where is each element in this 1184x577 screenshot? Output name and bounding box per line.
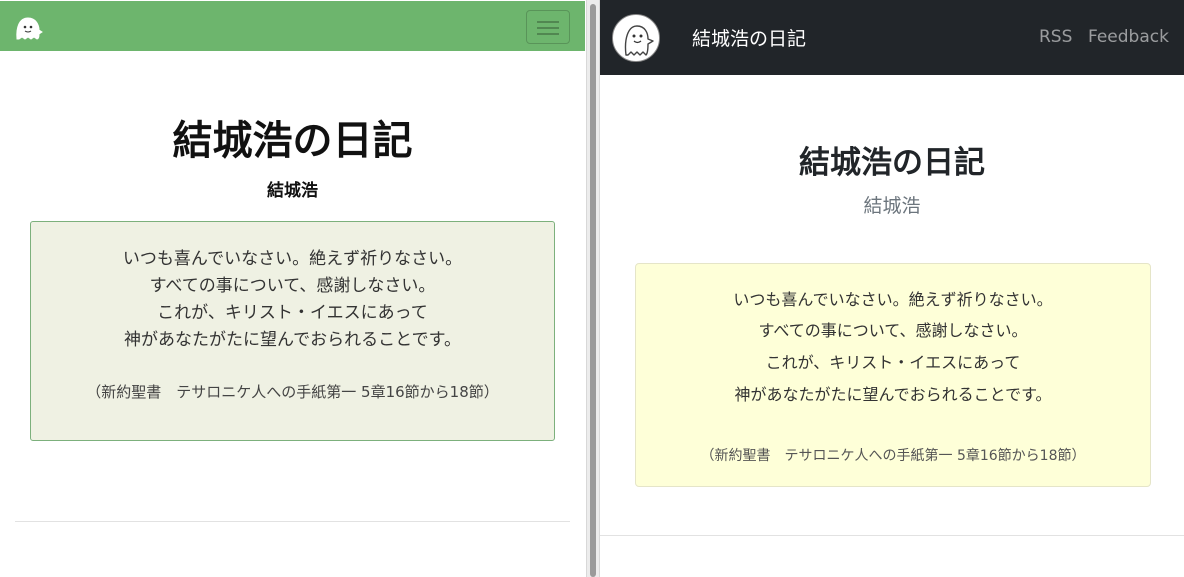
page-title: 結城浩の日記: [799, 145, 985, 181]
quote-line: いつも喜んでいなさい。絶えず祈りなさい。: [733, 290, 1053, 309]
quote-source: （新約聖書 テサロニケ人への手紙第一 5章16節から18節）: [86, 383, 499, 401]
quote-box: いつも喜んでいなさい。絶えず祈りなさい。 すべての事について、感謝しなさい。 こ…: [30, 221, 555, 441]
quote-line: これが、キリスト・イエスにあって: [765, 353, 1021, 372]
quote-line: すべての事について、感謝しなさい。: [149, 276, 436, 296]
quote-line: いつも喜んでいなさい。絶えず祈りなさい。: [122, 249, 463, 269]
page-subtitle: 結城浩: [863, 195, 921, 217]
nav-link-feedback[interactable]: Feedback: [1088, 27, 1169, 47]
ghost-icon[interactable]: [612, 14, 660, 62]
navbar-toggler-button[interactable]: [526, 10, 570, 44]
scrollbar-thumb[interactable]: [590, 4, 596, 577]
hamburger-icon: [537, 27, 559, 29]
quote-source: （新約聖書 テサロニケ人への手紙第一 5章16節から18節）: [700, 448, 1086, 464]
nav-link-rss[interactable]: RSS: [1039, 27, 1072, 47]
quote-box: いつも喜んでいなさい。絶えず祈りなさい。 すべての事について、感謝しなさい。 こ…: [635, 263, 1151, 487]
quote-line: これが、キリスト・イエスにあって: [157, 303, 428, 323]
hamburger-icon: [537, 21, 559, 23]
divider: [600, 535, 1184, 536]
left-navbar: [0, 1, 585, 51]
divider: [15, 521, 570, 522]
pane-divider[interactable]: [586, 0, 600, 577]
page-subtitle: 結城浩: [267, 181, 318, 201]
ghost-icon[interactable]: [14, 14, 44, 42]
right-navbar: 結城浩の日記 RSS Feedback: [600, 0, 1184, 75]
right-browser-pane: 結城浩の日記 RSS Feedback 結城浩の日記 結城浩 いつも喜んでいなさ…: [600, 0, 1184, 577]
quote-line: 神があなたがたに望んでおられることです。: [734, 385, 1052, 404]
navbar-brand[interactable]: 結城浩の日記: [692, 24, 806, 51]
hamburger-icon: [537, 33, 559, 35]
quote-line: すべての事について、感謝しなさい。: [758, 321, 1028, 340]
page-title: 結城浩の日記: [172, 118, 413, 164]
left-browser-pane: 結城浩の日記 結城浩 いつも喜んでいなさい。絶えず祈りなさい。 すべての事につい…: [0, 0, 587, 577]
quote-line: 神があなたがたに望んでおられることです。: [124, 330, 461, 350]
